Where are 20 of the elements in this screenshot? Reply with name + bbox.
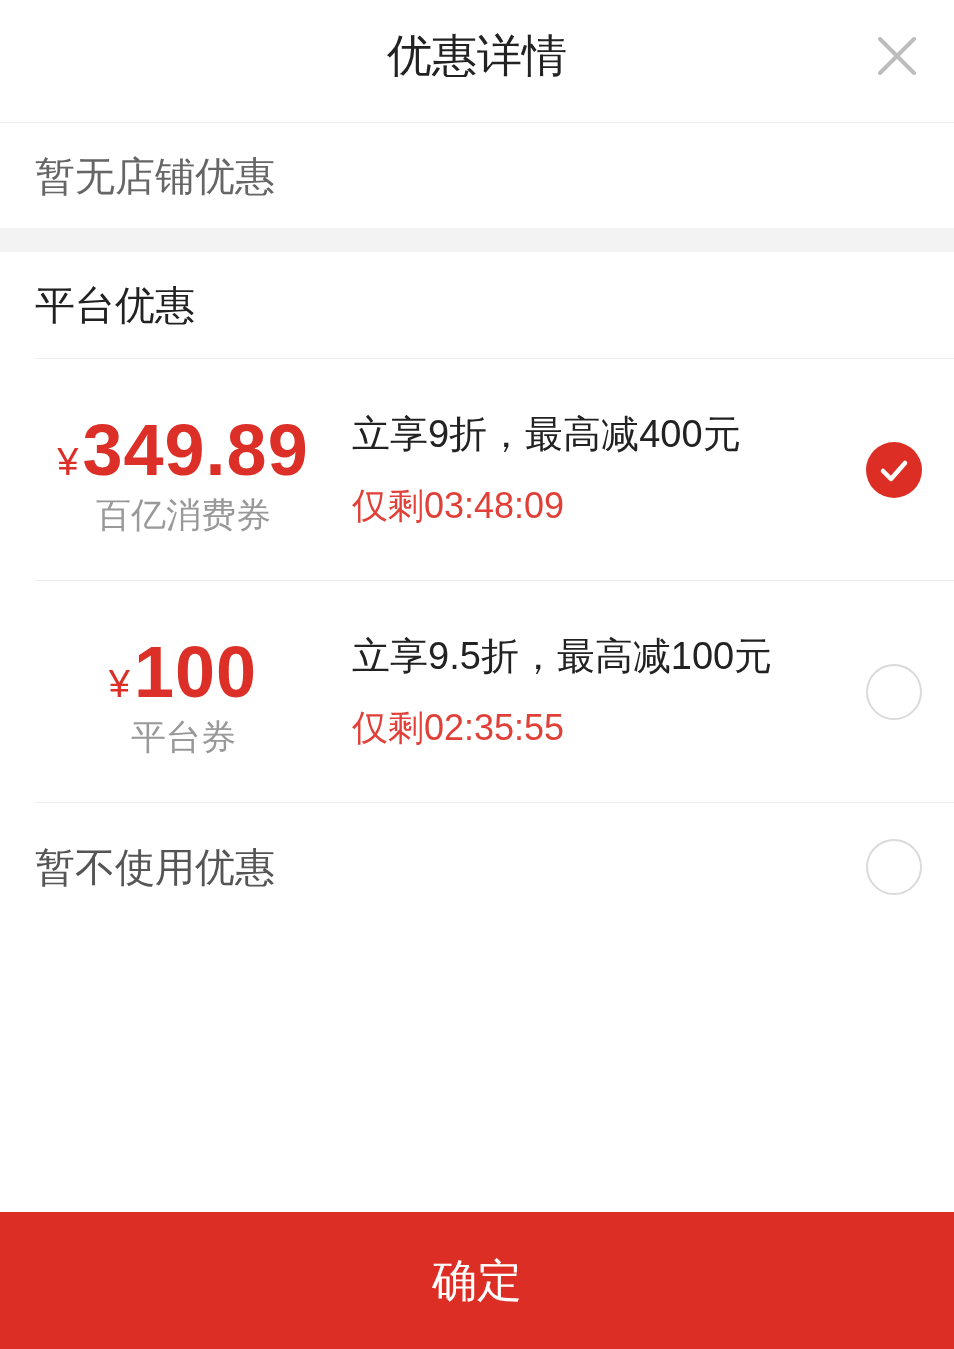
currency-symbol: ¥ (108, 664, 130, 703)
currency-symbol: ¥ (57, 442, 79, 481)
no-coupon-label: 暂不使用优惠 (35, 844, 275, 891)
confirm-button[interactable]: 确定 (0, 1212, 954, 1349)
coupon-amount: 349.89 (82, 413, 309, 486)
coupon-name: 百亿消费券 (95, 493, 271, 536)
coupon-description: 立享9.5折，最高减100元 (352, 634, 773, 680)
radio-button[interactable] (866, 839, 922, 895)
section-title: 平台优惠 (35, 282, 195, 329)
coupon-amount: 100 (134, 635, 258, 708)
radio-button[interactable] (866, 663, 922, 720)
dialog-title: 优惠详情 (387, 29, 567, 83)
countdown-text: 仅剩03:48:09 (352, 483, 565, 527)
countdown-text: 仅剩02:35:55 (352, 705, 565, 749)
coupon-name: 平台券 (130, 715, 236, 758)
empty-notice: 暂无店铺优惠 (35, 152, 275, 200)
coupon-description: 立享9折，最高减400元 (352, 412, 741, 458)
radio-button[interactable] (866, 441, 922, 498)
close-button[interactable] (878, 37, 916, 75)
close-icon (878, 37, 916, 75)
